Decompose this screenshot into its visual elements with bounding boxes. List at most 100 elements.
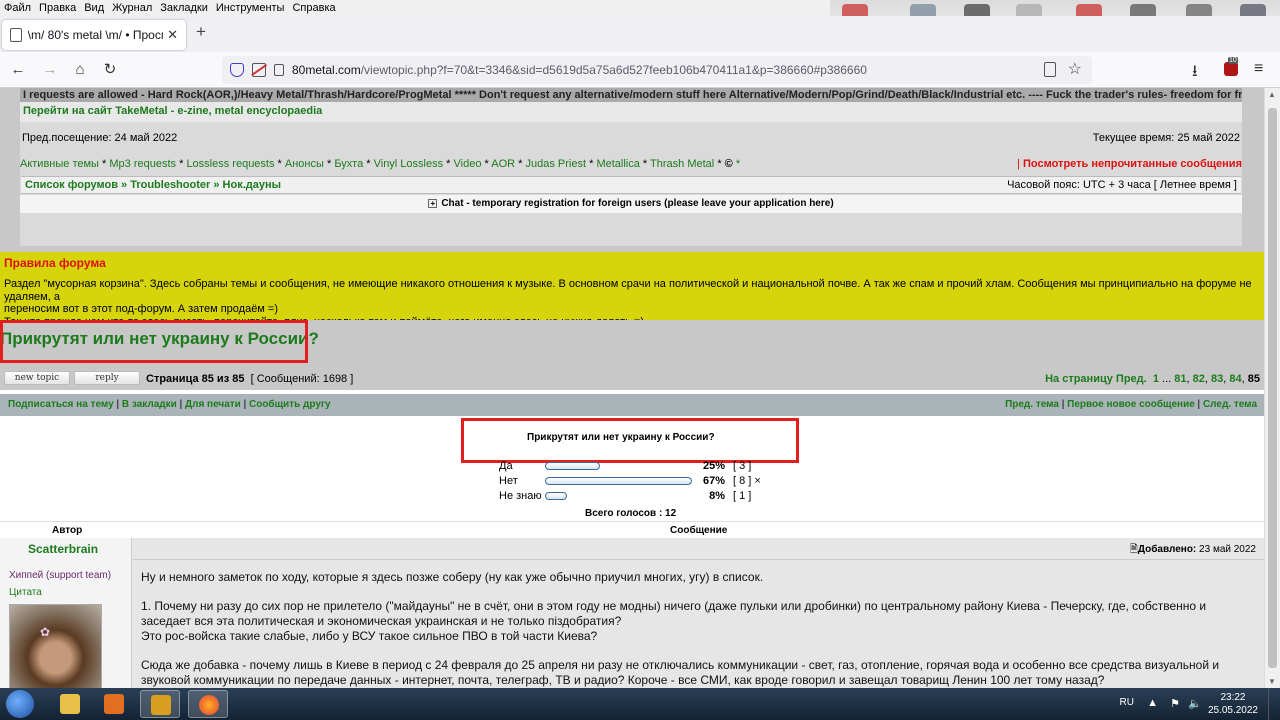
pagination-page[interactable]: 83 [1211,373,1223,385]
link-mp3-requests[interactable]: Mp3 requests [109,158,176,170]
subscribe-link[interactable]: Подписаться на тему [8,399,114,410]
rules-line-1: Раздел "мусорная корзина". Здесь собраны… [4,278,1252,303]
post-author-name[interactable]: Scatterbrain [28,542,98,556]
link-lossless-requests[interactable]: Lossless requests [186,158,274,170]
link-star[interactable]: * [736,158,740,170]
show-desktop-button[interactable] [1268,688,1280,720]
reader-view-icon[interactable] [1044,62,1056,77]
close-tab-icon[interactable]: ✕ [167,27,178,43]
volume-icon[interactable]: 🔈 [1188,697,1202,710]
forward-icon[interactable]: → [40,60,60,80]
link-active-topics[interactable]: Активные темы [20,158,99,170]
home-icon[interactable]: ⌂ [70,60,90,80]
avatar [9,604,102,688]
extension-icon[interactable]: 10 [1224,57,1238,76]
breadcrumb-nok-dauny[interactable]: Нок.дауны [223,179,281,191]
column-author: Автор [52,525,83,536]
new-tab-icon[interactable]: + [196,22,206,42]
breadcrumb-separator: » [121,179,128,191]
url-text[interactable]: 80metal.com/viewtopic.php?f=70&t=3346&si… [292,63,867,77]
navigation-bar: ← → ⌂ ↻ 80metal.com/viewtopic.php?f=70&t… [0,52,1280,88]
pagination-page[interactable]: 84 [1229,373,1241,385]
action-center-flag-icon[interactable]: ⚑ [1170,697,1180,710]
pagination-page[interactable]: 82 [1193,373,1205,385]
clock[interactable]: 23:22 25.05.2022 [1208,691,1258,717]
separator: * [642,158,648,170]
scroll-down-icon[interactable]: ▼ [1268,677,1276,686]
menu-bookmarks[interactable]: Закладки [160,2,208,14]
separator: , [1241,373,1245,385]
taskbar-explorer[interactable] [50,690,90,718]
link-copyright[interactable]: © [725,158,733,170]
language-indicator[interactable]: RU [1120,697,1134,708]
forum-rules: Правила форума Раздел "мусорная корзина"… [0,252,1264,328]
print-link[interactable]: Для печати [185,399,241,410]
tray-chevron-icon[interactable]: ▲ [1147,697,1158,709]
link-video[interactable]: Video [454,158,482,170]
unread-messages-link[interactable]: Посмотреть непрочитанные сообщения [1023,158,1242,170]
separator: | [1017,158,1020,170]
scroll-up-icon[interactable]: ▲ [1268,90,1276,99]
taskbar-media-player[interactable] [94,690,134,718]
menu-history[interactable]: Журнал [112,2,152,14]
pagination-page[interactable]: 81 [1174,373,1186,385]
scrollbar-thumb[interactable] [1268,108,1277,668]
vertical-scrollbar[interactable]: ▲ ▼ [1264,88,1280,688]
tracking-shield-icon[interactable] [230,63,244,77]
takemetal-link[interactable]: Перейти на сайт TakeMetal - e-zine, meta… [23,105,322,117]
menu-view[interactable]: Вид [84,2,104,14]
menu-tools[interactable]: Инструменты [216,2,285,14]
first-new-message-link[interactable]: Первое новое сообщение [1067,399,1195,410]
quote-link[interactable]: Цитата [9,587,42,598]
clock-time: 23:22 [1220,692,1246,703]
reply-button[interactable]: reply [74,371,140,385]
separator: * [717,158,722,170]
tab-active[interactable]: \m/ 80's metal \m/ • Просмотр ✕ [2,20,186,50]
new-topic-button[interactable]: new topic [4,371,70,385]
bookmark-star-icon[interactable]: ☆ [1068,59,1082,79]
link-vinyl-lossless[interactable]: Vinyl Lossless [374,158,444,170]
post-body: Ну и немного заметок по ходу, которые я … [141,570,1251,688]
breadcrumb-forum-list[interactable]: Список форумов [25,179,118,191]
menu-file[interactable]: Файл [4,2,31,14]
poll-bar [545,462,600,470]
taskbar-app[interactable] [140,690,180,718]
address-bar[interactable]: 80metal.com/viewtopic.php?f=70&t=3346&si… [222,56,1092,84]
link-judas-priest[interactable]: Judas Priest [526,158,587,170]
post-date: 🗎Добавлено: 23 май 2022 [1130,542,1256,559]
separator: * [179,158,184,170]
hamburger-menu-icon[interactable]: ≡ [1254,60,1263,78]
link-bukhta[interactable]: Бухта [334,158,363,170]
separator: * [326,158,332,170]
hand-favicon-icon [10,28,22,42]
reload-icon[interactable]: ↻ [100,60,120,80]
page-info-icon[interactable] [274,64,284,76]
timezone-info: Часовой пояс: UTC + 3 часа [ Летнее врем… [1007,179,1237,191]
chat-link[interactable]: Chat - temporary registration for foreig… [441,198,833,209]
menu-edit[interactable]: Правка [39,2,76,14]
menu-help[interactable]: Справка [292,2,335,14]
link-metallica[interactable]: Metallica [596,158,639,170]
bookmark-link[interactable]: В закладки [122,399,177,410]
start-button[interactable] [6,690,34,718]
post-doc-icon[interactable]: 🗎 [1130,544,1138,555]
tell-friend-link[interactable]: Сообщить другу [249,399,331,410]
poll-option-label: Да [499,460,513,472]
permissions-icon[interactable] [252,63,266,77]
separator: , [1223,373,1227,385]
breadcrumb-troubleshooter[interactable]: Troubleshooter [130,179,210,191]
link-aor[interactable]: AOR [491,158,515,170]
taskbar-firefox[interactable] [188,690,228,718]
topic-tools-right: Пред. тема | Первое новое сообщение | Сл… [1005,399,1257,410]
pagination-ellipsis: ... [1162,373,1172,385]
expand-plus-icon[interactable]: + [428,198,438,208]
pagination-prev[interactable]: Пред. [1116,373,1147,385]
next-topic-link[interactable]: След. тема [1203,399,1257,410]
link-thrash-metal[interactable]: Thrash Metal [650,158,714,170]
link-announcements[interactable]: Анонсы [285,158,324,170]
pagination-page[interactable]: 1 [1153,373,1159,385]
prev-topic-link[interactable]: Пред. тема [1005,399,1059,410]
back-icon[interactable]: ← [8,60,28,80]
post-author-cell: Scatterbrain Хиппей (support team) Цитат… [0,538,132,688]
download-icon[interactable]: ⭳ [1192,60,1198,87]
